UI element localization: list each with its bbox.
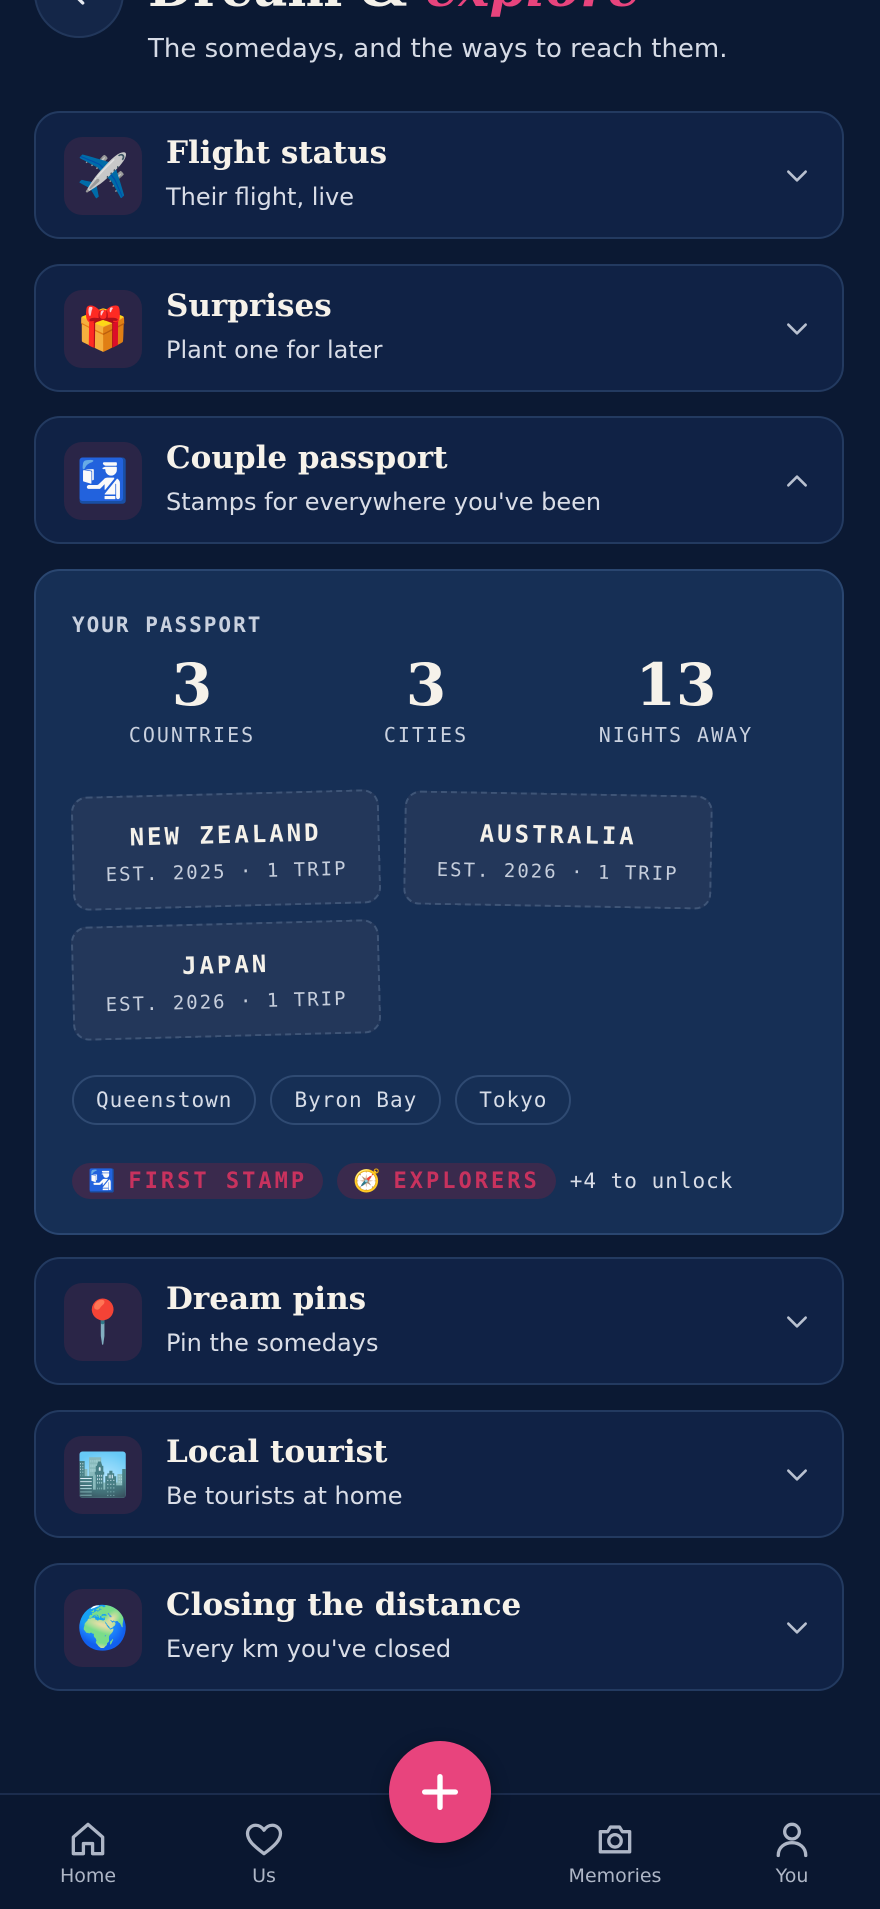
compass-icon: 🧭 [353,1168,384,1194]
card-local-tourist[interactable]: 🏙️ Local tourist Be tourists at home [34,1410,844,1538]
nav-label: You [775,1865,809,1887]
page-title: Dream & explore [148,0,641,19]
card-surprises[interactable]: 🎁 Surprises Plant one for later [34,264,844,392]
card-title: Surprises [166,288,332,324]
stat-value: 3 [171,651,213,719]
chevron-up-icon [787,475,807,487]
card-dream-pins[interactable]: 📍 Dream pins Pin the somedays [34,1257,844,1385]
card-subtitle: Plant one for later [166,336,383,364]
card-title: Local tourist [166,1434,388,1470]
stamp-meta: EST. 2025 · 1 TRIP [105,857,348,887]
stat-cities: 3 CITIES [306,651,546,747]
nav-home[interactable]: Home [28,1817,148,1887]
card-title: Couple passport [166,440,448,476]
nav-memories[interactable]: Memories [555,1817,675,1887]
stamp-name: AUSTRALIA [479,819,638,851]
cityscape-icon: 🏙️ [64,1436,142,1514]
city-chip[interactable]: Byron Bay [270,1075,442,1125]
card-subtitle: Stamps for everywhere you've been [166,488,602,516]
stamp-meta: EST. 2026 · 1 TRIP [105,987,348,1017]
card-title: Flight status [166,135,388,171]
badge-explorers[interactable]: 🧭 EXPLORERS [337,1163,556,1199]
stat-label: CITIES [383,722,469,747]
card-title: Dream pins [166,1281,367,1317]
stat-label: NIGHTS AWAY [598,722,754,747]
city-chip[interactable]: Tokyo [455,1075,572,1125]
nav-label: Memories [568,1865,662,1887]
chevron-down-icon [787,1469,807,1481]
add-button[interactable] [389,1741,491,1843]
page-subtitle: The somedays, and the ways to reach them… [148,34,728,64]
card-subtitle: Be tourists at home [166,1482,403,1510]
stat-value: 3 [405,651,447,719]
achievement-badges: 🛂 FIRST STAMP 🧭 EXPLORERS +4 to unlock [72,1163,733,1199]
stamp-australia[interactable]: AUSTRALIA EST. 2026 · 1 TRIP [403,790,713,910]
chevron-down-icon [787,1316,807,1328]
plus-icon [421,1773,459,1811]
chevron-left-icon [77,0,85,5]
gift-icon: 🎁 [64,290,142,368]
camera-icon [598,1825,632,1854]
card-subtitle: Pin the somedays [166,1329,379,1357]
card-title: Closing the distance [166,1587,522,1623]
stamp-new-zealand[interactable]: NEW ZEALAND EST. 2025 · 1 TRIP [70,788,382,912]
back-button[interactable] [34,0,124,38]
unlock-count: +4 to unlock [569,1169,734,1193]
stat-countries: 3 COUNTRIES [72,651,312,747]
nav-you[interactable]: You [732,1817,852,1887]
card-closing-the-distance[interactable]: 🌍 Closing the distance Every km you've c… [34,1563,844,1691]
card-subtitle: Every km you've closed [166,1635,452,1663]
city-chip[interactable]: Queenstown [72,1075,257,1125]
chevron-down-icon [787,1622,807,1634]
stat-value: 13 [635,651,717,719]
badge-label: FIRST STAMP [128,1168,308,1194]
airplane-icon: ✈️ [64,137,142,215]
page-title-main: Dream & [148,0,425,19]
passport-control-icon: 🛂 [88,1168,119,1194]
card-flight-status[interactable]: ✈️ Flight status Their flight, live [34,111,844,239]
stat-label: COUNTRIES [128,722,256,747]
badge-first-stamp[interactable]: 🛂 FIRST STAMP [72,1163,324,1199]
passport-control-icon: 🛂 [64,442,142,520]
passport-panel: YOUR PASSPORT 3 COUNTRIES 3 CITIES 13 NI… [34,569,844,1235]
card-couple-passport[interactable]: 🛂 Couple passport Stamps for everywhere … [34,416,844,544]
badge-label: EXPLORERS [393,1168,540,1194]
nav-label: Home [59,1865,117,1887]
pin-icon: 📍 [64,1283,142,1361]
city-chips: Queenstown Byron Bay Tokyo [72,1075,572,1125]
page-title-accent: explore [425,0,640,19]
heart-icon [245,1823,283,1856]
stamp-name: JAPAN [181,949,270,981]
stat-nights-away: 13 NIGHTS AWAY [556,651,796,747]
card-subtitle: Their flight, live [166,183,355,211]
home-icon [71,1822,105,1856]
stamp-japan[interactable]: JAPAN EST. 2026 · 1 TRIP [70,918,382,1042]
passport-heading: YOUR PASSPORT [72,613,263,637]
chevron-down-icon [787,323,807,335]
nav-label: Us [252,1865,276,1887]
person-icon [776,1822,808,1858]
stamp-meta: EST. 2026 · 1 TRIP [436,858,679,886]
nav-us[interactable]: Us [204,1817,324,1887]
stamp-name: NEW ZEALAND [129,818,322,852]
chevron-down-icon [787,170,807,182]
globe-icon: 🌍 [64,1589,142,1667]
